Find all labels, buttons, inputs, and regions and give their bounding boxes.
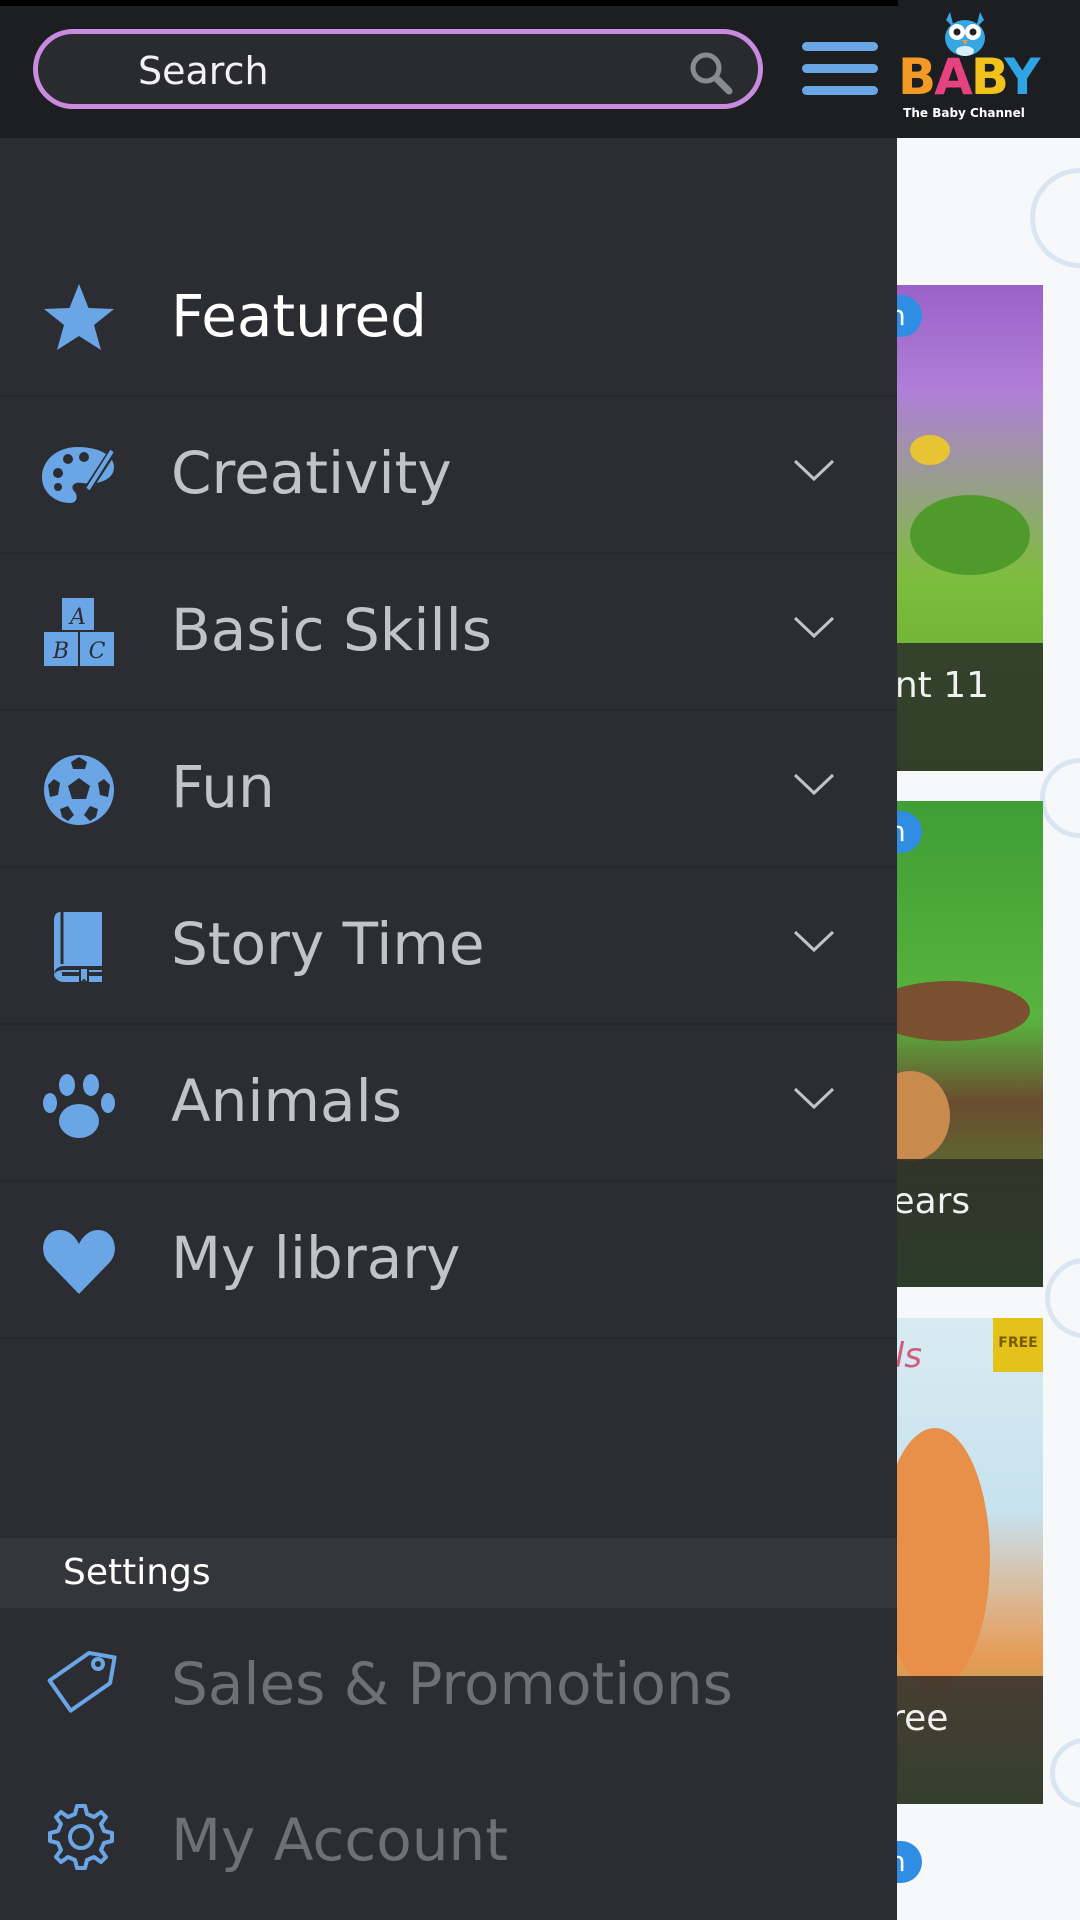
top-divider: [0, 0, 898, 6]
svg-text:C: C: [89, 639, 106, 664]
nav-item-fun[interactable]: Fun: [0, 711, 897, 868]
menu-bar: [802, 42, 878, 51]
logo-word: BABY: [898, 48, 1040, 106]
search-icon[interactable]: [686, 48, 734, 96]
top-bar: BABY The Baby Channel: [0, 0, 1080, 138]
chevron-down-icon[interactable]: [792, 1083, 836, 1113]
nav-item-label: Fun: [171, 753, 275, 821]
nav-item-label: Story Time: [171, 910, 485, 978]
gear-icon: [48, 1804, 114, 1870]
doodle-ball: [1030, 168, 1080, 268]
doodle-ball: [1050, 1738, 1080, 1808]
chevron-down-icon[interactable]: [792, 926, 836, 956]
settings-header-label: Settings: [63, 1552, 211, 1593]
svg-text:B: B: [52, 639, 69, 664]
menu-bar: [802, 64, 878, 73]
nav-item-my-account[interactable]: My Account: [0, 1764, 897, 1920]
svg-text:A: A: [68, 605, 86, 630]
butterfly-illustration: [910, 435, 950, 465]
card-illustration: [910, 495, 1030, 575]
nav-item-sales-promotions[interactable]: Sales & Promotions: [0, 1608, 897, 1764]
nav-item-label: My library: [171, 1224, 461, 1292]
free-ribbon: FREE: [993, 1318, 1043, 1372]
palette-icon: [42, 446, 118, 503]
chevron-down-icon[interactable]: [792, 455, 836, 485]
nav-item-label: Featured: [171, 282, 427, 350]
nav-item-creativity[interactable]: Creativity: [0, 397, 897, 554]
heart-icon: [43, 1230, 115, 1294]
paw-icon: [43, 1074, 115, 1138]
search-input[interactable]: [136, 48, 660, 94]
menu-bar: [802, 86, 878, 95]
nav-item-animals[interactable]: Animals: [0, 1025, 897, 1182]
nav-item-label: Animals: [171, 1067, 402, 1135]
nav-item-label: Basic Skills: [171, 596, 492, 664]
nav-item-featured[interactable]: Featured: [0, 240, 897, 397]
nav-item-basic-skills[interactable]: A B C Basic Skills: [0, 554, 897, 711]
chevron-down-icon[interactable]: [792, 769, 836, 799]
hamburger-menu-icon[interactable]: [802, 42, 878, 96]
soccer-ball-icon: [44, 755, 114, 825]
doodle-ball: [1045, 1258, 1080, 1338]
logo-tagline: The Baby Channel: [903, 106, 1025, 120]
setting-item-label: My Account: [171, 1806, 508, 1874]
navigation-drawer: Featured Creativity A B C Basic Skills F…: [0, 138, 897, 1920]
baby-channel-logo[interactable]: BABY The Baby Channel: [898, 8, 1040, 128]
book-icon: [54, 912, 102, 986]
search-box[interactable]: [33, 29, 763, 109]
abc-blocks-icon: A B C: [44, 598, 114, 666]
chevron-down-icon[interactable]: [792, 612, 836, 642]
settings-section-header: Settings: [0, 1538, 897, 1608]
nav-item-label: Creativity: [171, 439, 452, 507]
app-screen: unt 11 n Pears n als FREE Free n: [0, 0, 1080, 1920]
nav-item-my-library[interactable]: My library: [0, 1182, 897, 1339]
star-icon: [44, 284, 114, 350]
nav-item-story-time[interactable]: Story Time: [0, 868, 897, 1025]
doodle-ball: [1040, 758, 1080, 838]
setting-item-label: Sales & Promotions: [171, 1650, 733, 1718]
tag-icon: [47, 1650, 117, 1713]
